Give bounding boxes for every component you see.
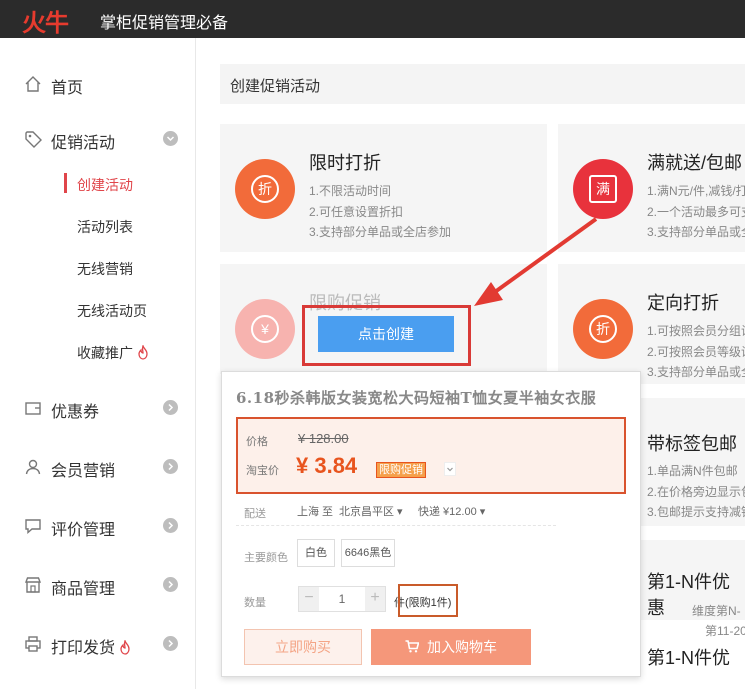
qty-minus-button[interactable]: −	[299, 587, 319, 611]
original-price: ¥ 128.00	[298, 431, 349, 446]
taobao-price-label: 淘宝价	[246, 465, 279, 477]
annotation-limit-box	[398, 584, 458, 617]
price-label: 价格	[246, 436, 268, 448]
product-title: 6.18秒杀韩版女装宽松大码短袖T恤女夏半袖女衣服	[236, 389, 597, 407]
express-fee[interactable]: 快递 ¥12.00 ▾	[418, 503, 485, 519]
qty-plus-button[interactable]: +	[365, 587, 385, 611]
buy-now-button[interactable]: 立即购买	[244, 629, 362, 665]
shipping-label: 配送	[244, 508, 266, 520]
promo-price: ¥ 3.84	[296, 453, 358, 478]
product-preview-popup: 6.18秒杀韩版女装宽松大码短袖T恤女夏半袖女衣服 价格 ¥ 128.00 淘宝…	[221, 371, 641, 677]
quantity-label: 数量	[244, 597, 266, 609]
ship-from: 上海 至	[297, 506, 334, 518]
quantity-stepper: − 1 +	[298, 586, 386, 612]
add-to-cart-button[interactable]: 加入购物车	[371, 629, 531, 665]
color-label: 主要颜色	[244, 552, 288, 564]
price-section: 价格 ¥ 128.00 淘宝价 ¥ 3.84 限购促销	[236, 417, 626, 494]
ship-to-select[interactable]: 北京昌平区 ▾	[339, 503, 403, 519]
color-option-black[interactable]: 6646黑色	[341, 539, 395, 567]
promo-badge: 限购促销	[376, 462, 426, 478]
quantity-input[interactable]: 1	[319, 587, 365, 611]
cart-icon	[405, 640, 420, 653]
color-option-white[interactable]: 白色	[297, 539, 335, 567]
divider	[236, 525, 556, 526]
chevron-down-icon[interactable]	[444, 462, 456, 476]
